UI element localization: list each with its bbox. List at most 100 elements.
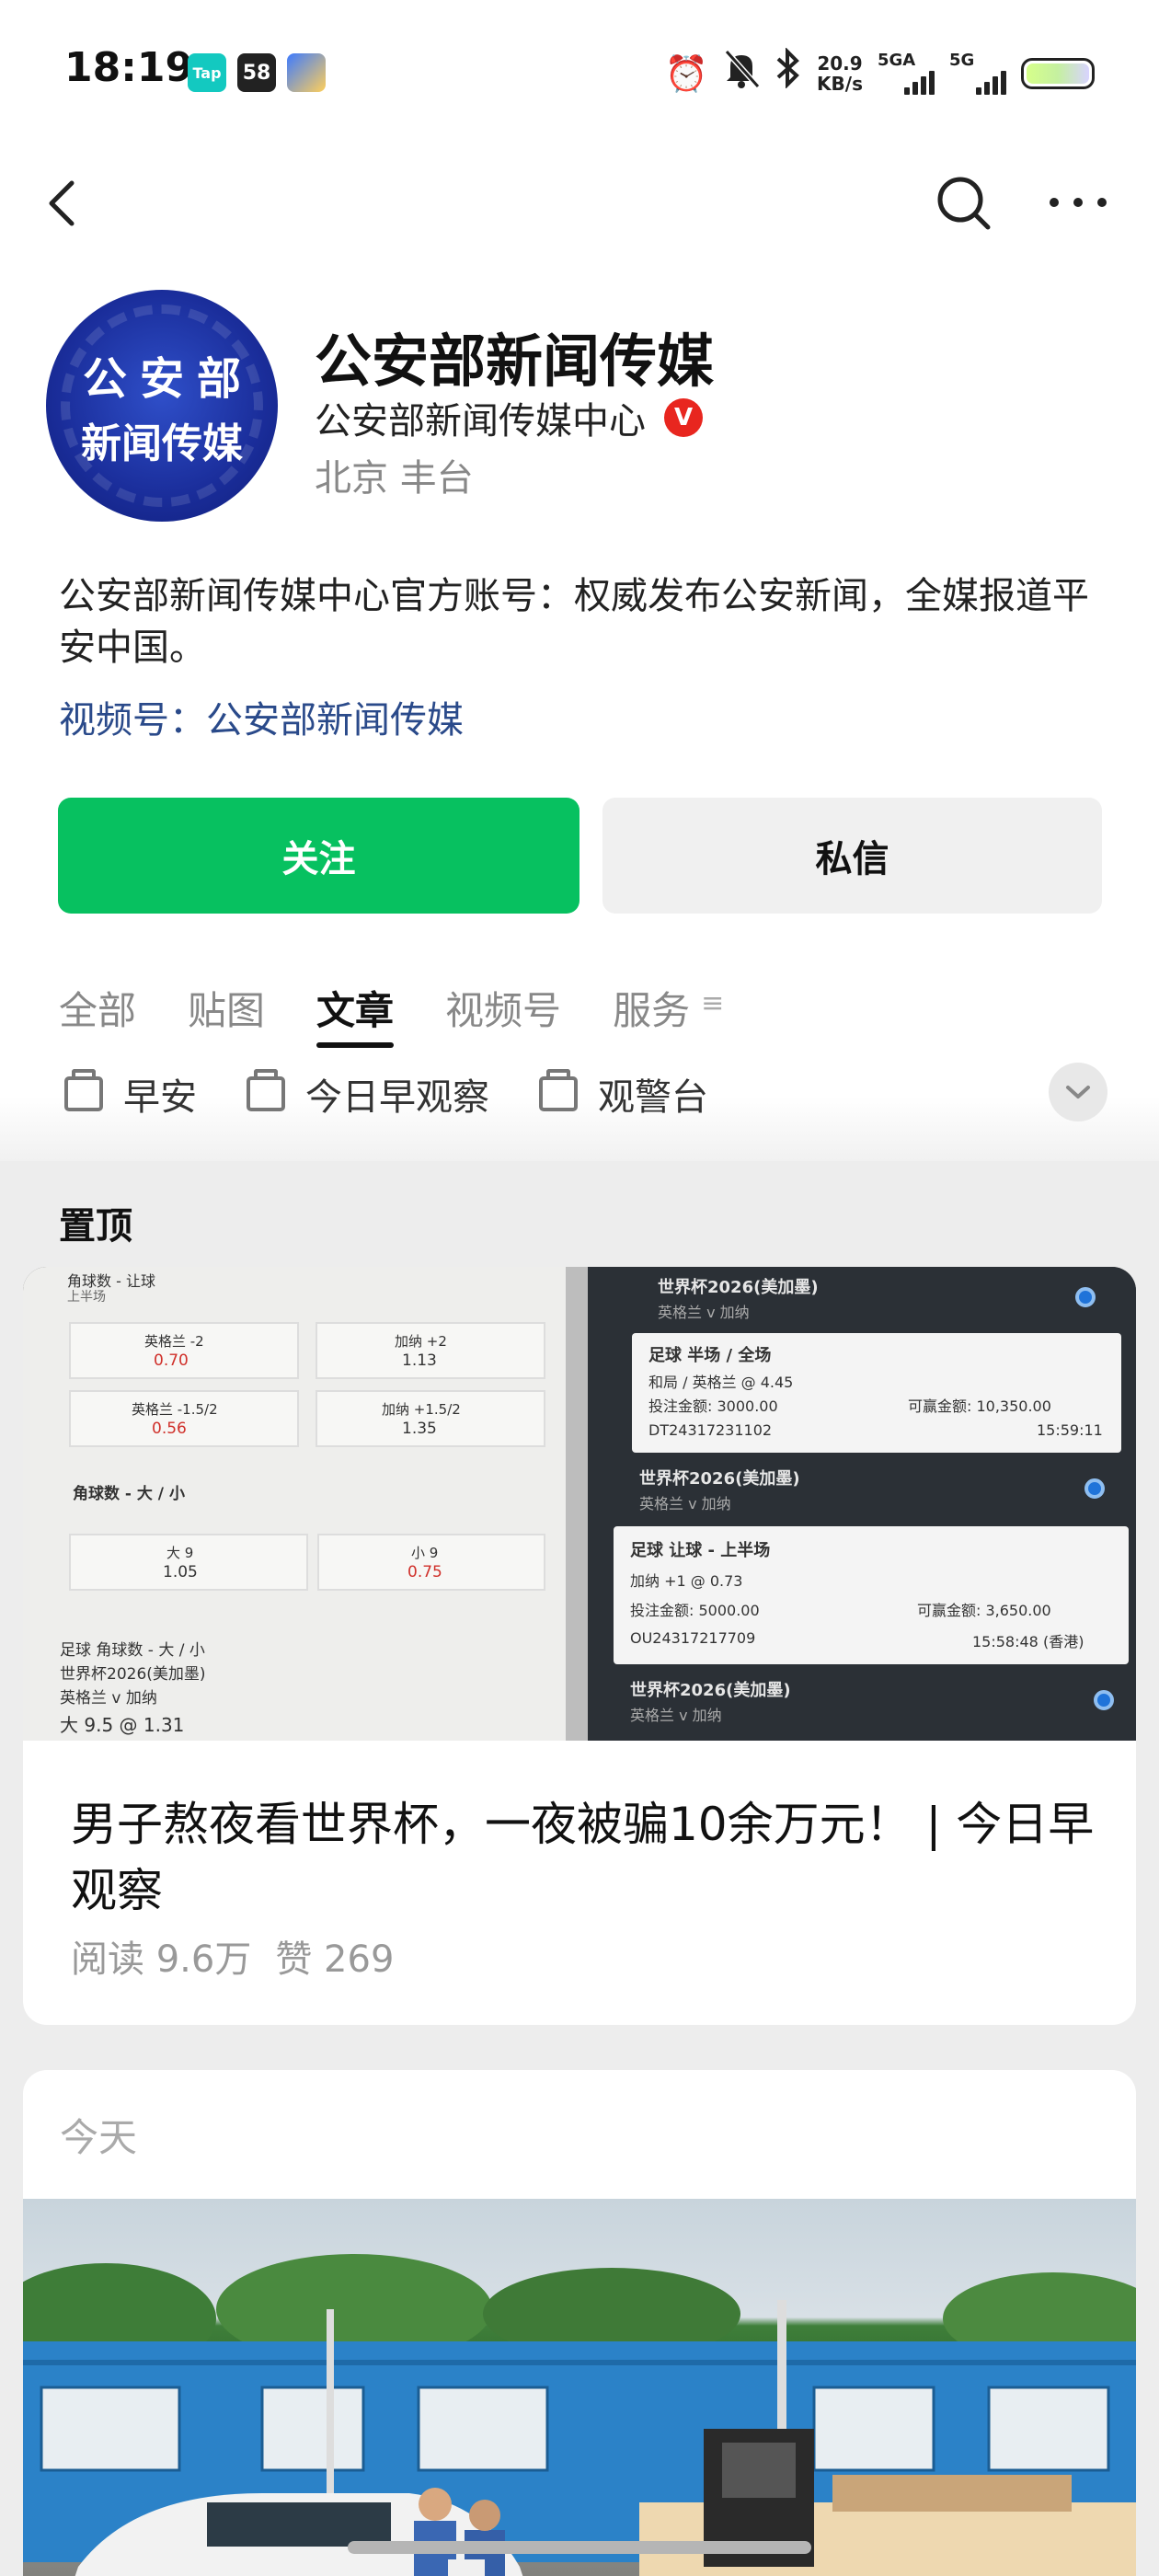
collection-label: 观警台: [598, 1076, 708, 1119]
slip-text: 0.75: [407, 1563, 442, 1581]
status-bar: 18:19 Tap 58 ⏰ 20.9 KB/s 5GA 5G: [0, 0, 1159, 147]
bluetooth-icon: [775, 47, 802, 99]
slip-text: 世界杯2026(美加墨): [658, 1278, 819, 1297]
article-cover-image: 公安: [23, 2199, 1136, 2576]
odds-cell: 英格兰 -2 0.70: [69, 1322, 299, 1379]
status-indicators: ⏰ 20.9 KB/s 5GA 5G: [664, 47, 1095, 99]
slip-text: 英格兰 -1.5/2: [132, 1401, 218, 1418]
article-title[interactable]: 男子熬夜看世界杯，一夜被骗10余万元！ | 今日早观察: [71, 1791, 1101, 1924]
slip-text: 投注金额: 5000.00: [630, 1602, 760, 1619]
slip-text: 投注金额: 3000.00: [648, 1397, 778, 1415]
slip-text: 世界杯2026(美加墨): [630, 1681, 791, 1700]
collection-daily-observe[interactable]: 今日早观察: [247, 1067, 489, 1121]
bet-panel: 足球 让球 - 上半场 加纳 +1 @ 0.73 投注金额: 5000.00 可…: [614, 1526, 1129, 1664]
odds-cell: 英格兰 -1.5/2 0.56: [69, 1390, 299, 1447]
slip-text: 可赢金额: 3,650.00: [917, 1602, 1051, 1619]
slip-text: 足球 半场 / 全场: [648, 1346, 772, 1365]
collection-morning[interactable]: 早安: [64, 1067, 197, 1121]
signal-icon: [904, 71, 935, 95]
slip-divider: [566, 1267, 588, 1741]
tap-app-icon: Tap: [188, 53, 226, 92]
selection-dot: [1094, 1690, 1114, 1710]
collection-label: 早安: [123, 1076, 197, 1119]
alarm-icon: ⏰: [664, 53, 709, 94]
sim2-signal: 5G: [949, 51, 1006, 97]
home-indicator[interactable]: [348, 2541, 811, 2554]
status-time: 18:19: [64, 44, 194, 91]
slip-text: 15:58:48 (香港): [972, 1633, 1084, 1650]
slip-text: 大 9.5 @ 1.31: [60, 1714, 185, 1736]
tab-channels[interactable]: 视频号: [445, 980, 561, 1044]
date-group-label: 今天: [60, 2115, 138, 2160]
odds-cell: 加纳 +1.5/2 1.35: [316, 1390, 545, 1447]
pinned-article-card[interactable]: 角球数 - 让球 上半场 英格兰 -2 0.70 加纳 +2 1.13 英格兰 …: [23, 1267, 1136, 2025]
account-location: 北京 丰台: [315, 457, 474, 500]
article-likes: 赞 269: [275, 1938, 395, 1981]
chevron-down-icon[interactable]: [1049, 1063, 1107, 1121]
slip-text: 15:59:11: [1037, 1421, 1103, 1439]
content-tabs: 全部 贴图 文章 视频号 服务 ≡: [59, 980, 724, 1048]
article-reads: 阅读 9.6万: [71, 1938, 252, 1981]
betting-slip-right: 世界杯2026(美加墨) 英格兰 v 加纳 足球 半场 / 全场 和局 / 英格…: [588, 1267, 1136, 1741]
slip-text: 可赢金额: 10,350.00: [908, 1397, 1051, 1415]
tabs-more-icon[interactable]: ≡: [701, 987, 724, 1044]
account-org-row[interactable]: 公安部新闻传媒中心 V: [315, 391, 703, 444]
avatar-text-line2: 新闻传媒: [81, 420, 243, 467]
slip-text: 足球 角球数 - 大 / 小: [60, 1641, 205, 1660]
slip-text: 1.35: [402, 1420, 437, 1438]
folder-icon: [64, 1069, 103, 1111]
signal-icon: [976, 71, 1006, 95]
bet-panel: 足球 半场 / 全场 和局 / 英格兰 @ 4.45 投注金额: 3000.00…: [632, 1333, 1121, 1453]
slip-text: 上半场: [67, 1290, 106, 1305]
network-speed: 20.9 KB/s: [817, 53, 863, 94]
slip-text: 角球数 - 大 / 小: [73, 1485, 185, 1503]
slip-text: 加纳 +1.5/2: [382, 1401, 461, 1418]
sim1-label: 5GA: [878, 51, 916, 70]
today-article-card[interactable]: 今天: [23, 2070, 1136, 2576]
selection-dot: [1075, 1287, 1096, 1307]
account-name: 公安部新闻传媒: [315, 328, 715, 395]
slip-text: 大 9: [166, 1545, 194, 1561]
search-icon[interactable]: [931, 170, 997, 236]
mute-bell-icon: [723, 48, 761, 99]
folder-icon: [247, 1069, 285, 1111]
tab-articles[interactable]: 文章: [316, 980, 395, 1048]
more-icon[interactable]: [1041, 189, 1115, 216]
slip-text: 1.13: [402, 1351, 437, 1370]
slip-text: 0.56: [152, 1420, 187, 1438]
follow-button[interactable]: 关注: [58, 798, 580, 914]
odds-cell: 大 9 1.05: [69, 1534, 308, 1591]
article-cover-image: 角球数 - 让球 上半场 英格兰 -2 0.70 加纳 +2 1.13 英格兰 …: [23, 1267, 1136, 1741]
slip-text: 世界杯2026(美加墨): [60, 1665, 206, 1684]
battery-icon: [1021, 58, 1095, 89]
sim2-label: 5G: [949, 51, 975, 70]
slip-text: 英格兰 v 加纳: [60, 1689, 157, 1708]
betting-slip-left: 角球数 - 让球 上半场 英格兰 -2 0.70 加纳 +2 1.13 英格兰 …: [23, 1267, 566, 1741]
slip-text: 英格兰 v 加纳: [658, 1304, 750, 1321]
slip-text: 0.70: [154, 1351, 189, 1370]
verified-icon: V: [664, 398, 703, 437]
slip-text: 英格兰 v 加纳: [630, 1707, 722, 1724]
tab-all[interactable]: 全部: [59, 980, 136, 1044]
back-icon[interactable]: [37, 170, 92, 235]
avatar[interactable]: 公安部 新闻传媒: [46, 290, 278, 522]
tab-services[interactable]: 服务: [613, 980, 690, 1044]
slip-text: 英格兰 -2: [144, 1333, 204, 1350]
selection-dot: [1084, 1478, 1105, 1499]
message-button[interactable]: 私信: [602, 798, 1102, 914]
nav-bar: [0, 161, 1159, 244]
slip-text: DT24317231102: [648, 1421, 773, 1439]
slip-text: 1.05: [163, 1563, 198, 1581]
collection-police-stage[interactable]: 观警台: [539, 1067, 708, 1121]
tab-posts[interactable]: 贴图: [188, 980, 265, 1044]
odds-cell: 加纳 +2 1.13: [316, 1322, 545, 1379]
channel-link[interactable]: 视频号：公安部新闻传媒: [59, 690, 464, 743]
speed-unit: KB/s: [817, 73, 863, 95]
sim1-signal: 5GA: [878, 51, 935, 97]
collections-row: 早安 今日早观察 观警台: [64, 1067, 708, 1121]
slip-text: 英格兰 v 加纳: [639, 1495, 731, 1512]
slip-text: 世界杯2026(美加墨): [639, 1469, 800, 1489]
notification-app-icon: [287, 53, 326, 92]
account-org: 公安部新闻传媒中心: [315, 400, 646, 443]
58-app-icon: 58: [237, 53, 276, 92]
